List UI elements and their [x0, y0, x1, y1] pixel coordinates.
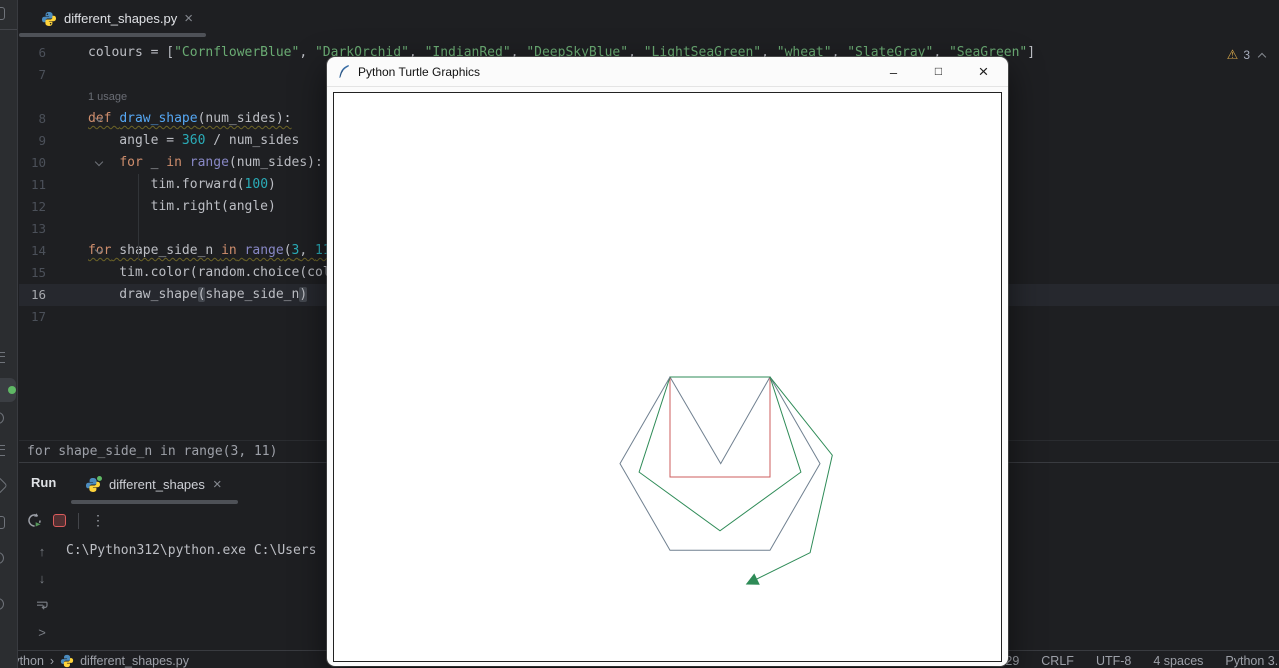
- project-icon[interactable]: [0, 7, 5, 20]
- gutter-spacer: [46, 284, 88, 306]
- gutter-spacer: [46, 306, 88, 328]
- run-panel-title: Run: [31, 475, 57, 490]
- status-widget[interactable]: Python 3.12: [1225, 654, 1279, 668]
- gutter-spacer: [46, 262, 88, 284]
- maximize-button[interactable]: □: [916, 56, 961, 86]
- fold-chevron-icon[interactable]: [46, 152, 104, 174]
- run-tab-scrollbar-thumb[interactable]: [71, 500, 238, 504]
- gutter-spacer: [46, 64, 88, 86]
- inspections-widget[interactable]: ⚠ 3: [1221, 45, 1271, 65]
- line-number: 14: [30, 243, 46, 258]
- structure-icon[interactable]: [0, 352, 5, 363]
- gutter-spacer: [46, 86, 88, 108]
- turtle-drawing: [619, 376, 833, 585]
- code-text: def draw_shape(num_sides):: [88, 111, 292, 126]
- line-number: 6: [38, 45, 46, 60]
- settings-icon[interactable]: [0, 598, 4, 610]
- run-tab-label: different_shapes: [109, 477, 205, 492]
- turtle-canvas: [333, 92, 1002, 662]
- indent-guide: [138, 174, 139, 260]
- warning-count: 3: [1243, 48, 1250, 62]
- code-text: for shape_side_n in range(3, 11):: [88, 243, 346, 258]
- more-options-icon[interactable]: ⋮: [91, 512, 105, 529]
- activity-bar: [0, 0, 18, 668]
- divider: [78, 512, 79, 529]
- stop-button[interactable]: [53, 514, 66, 527]
- line-number: [19, 86, 46, 108]
- minimize-button[interactable]: –: [871, 57, 916, 87]
- status-widgets: 16:29CRLFUTF-84 spacesPython 3.12: [988, 654, 1279, 668]
- packages-icon[interactable]: [0, 476, 8, 495]
- line-number: 9: [38, 133, 46, 148]
- code-text: for _ in range(num_sides):: [119, 155, 323, 170]
- status-widget[interactable]: UTF-8: [1096, 654, 1131, 668]
- prev-occurrence-icon[interactable]: ↑: [33, 542, 51, 560]
- code-text: 1 usage: [88, 91, 128, 103]
- running-indicator-dot: [96, 474, 103, 482]
- line-number: 10: [30, 155, 46, 170]
- gutter-spacer: [46, 174, 88, 196]
- gutter-spacer: [46, 42, 88, 64]
- problems-icon[interactable]: [0, 552, 4, 564]
- turtle-shape-hexagon: [619, 376, 821, 551]
- line-number: 16: [30, 287, 46, 302]
- window-controls: – □ ×: [871, 57, 1006, 87]
- divider: [0, 29, 17, 30]
- close-icon[interactable]: ×: [184, 11, 193, 26]
- terminal-icon[interactable]: [0, 516, 5, 529]
- turtle-shape-heptagon-partial: [670, 376, 833, 585]
- soft-wrap-icon[interactable]: [33, 596, 51, 614]
- scroll-to-end-icon[interactable]: >: [33, 623, 51, 641]
- fold-chevron-icon[interactable]: [46, 240, 104, 262]
- gutter-spacer: [46, 218, 88, 240]
- turtle-window-title: Python Turtle Graphics: [358, 64, 481, 79]
- editor-tab-bar: different_shapes.py ×: [19, 0, 1279, 37]
- line-number: 11: [30, 177, 46, 192]
- gutter-spacer: [46, 196, 88, 218]
- tk-feather-icon: [339, 65, 349, 78]
- turtle-cursor: [745, 573, 760, 585]
- tab-label: different_shapes.py: [64, 11, 178, 26]
- turtle-shape-triangle: [669, 376, 771, 465]
- line-number: 13: [30, 221, 46, 236]
- services-icon[interactable]: [0, 445, 5, 456]
- gutter-spacer: [46, 130, 88, 152]
- close-button[interactable]: ×: [961, 57, 1006, 87]
- code-text: angle = 360 / num_sides: [88, 133, 300, 148]
- line-number: 12: [30, 199, 46, 214]
- python-console-icon[interactable]: [0, 412, 4, 424]
- line-number: 17: [30, 309, 46, 324]
- tab-scrollbar-thumb[interactable]: [19, 33, 206, 37]
- fold-chevron-icon[interactable]: [46, 108, 104, 130]
- warning-icon: ⚠: [1226, 47, 1239, 62]
- run-icon: [8, 386, 16, 394]
- line-number: 8: [38, 111, 46, 126]
- status-widget[interactable]: 4 spaces: [1153, 654, 1203, 668]
- console-gutter: ↑ ↓ >: [19, 536, 65, 650]
- code-text: draw_shape(shape_side_n): [88, 287, 308, 302]
- python-file-icon: [41, 11, 57, 27]
- code-text: tim.right(angle): [88, 199, 276, 214]
- status-widget[interactable]: CRLF: [1041, 654, 1074, 668]
- breadcrumb-file[interactable]: different_shapes.py: [80, 654, 189, 668]
- python-run-icon: [85, 474, 103, 493]
- status-breadcrumb[interactable]: Python › different_shapes.py: [5, 654, 189, 668]
- turtle-graphics-window: Python Turtle Graphics – □ ×: [327, 57, 1008, 666]
- close-icon[interactable]: ×: [213, 477, 222, 492]
- turtle-shape-pentagon: [638, 376, 802, 532]
- code-text: tim.forward(100): [88, 177, 276, 192]
- tab-different-shapes[interactable]: different_shapes.py ×: [29, 0, 205, 37]
- turtle-title-bar[interactable]: Python Turtle Graphics – □ ×: [327, 57, 1008, 87]
- line-number: 7: [38, 67, 46, 82]
- python-file-icon: [60, 654, 74, 668]
- pycharm-window: different_shapes.py × 6 colours = ["Cornf…: [0, 0, 1279, 668]
- chevron-up-icon[interactable]: [1257, 52, 1267, 61]
- rerun-button[interactable]: [26, 512, 43, 529]
- next-occurrence-icon[interactable]: ↓: [33, 569, 51, 587]
- chevron-right-icon: ›: [49, 654, 55, 668]
- run-tab-different-shapes[interactable]: different_shapes ×: [77, 468, 230, 501]
- console-output[interactable]: C:\Python312\python.exe C:\Users: [66, 543, 316, 558]
- line-number: 15: [30, 265, 46, 280]
